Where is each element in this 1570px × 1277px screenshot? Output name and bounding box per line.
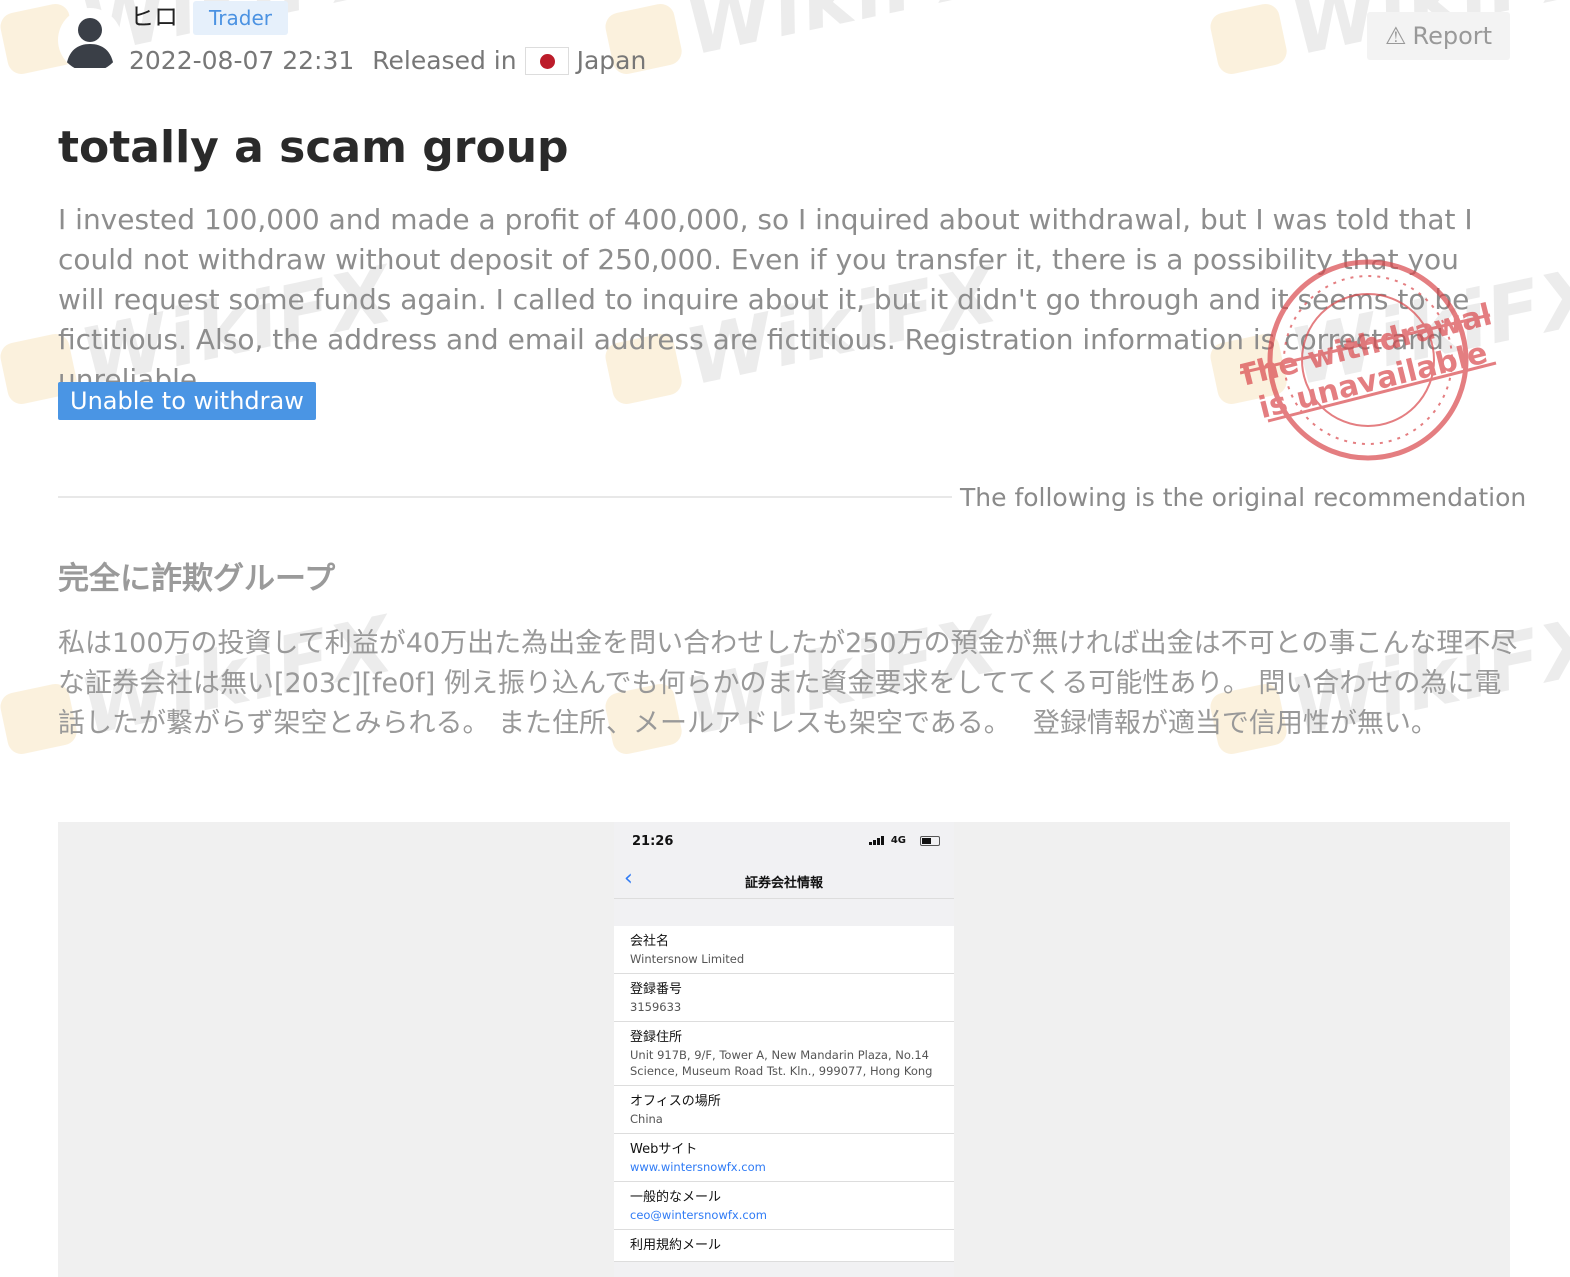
info-row-office-location: オフィスの場所 China (614, 1086, 954, 1134)
original-recommendation-note: The following is the original recommenda… (960, 483, 1527, 512)
network-type: 4G (890, 835, 906, 846)
japan-flag-icon (524, 47, 569, 75)
watermark: WikiFX (600, 0, 1007, 90)
review-meta: 2022-08-07 22:31 Released in Japan (129, 42, 646, 80)
phone-nav-bar: ‹ 証券会社情報 (614, 862, 954, 899)
signal-icon (869, 836, 884, 845)
warning-icon: ⚠ (1384, 22, 1407, 50)
info-row-general-email: 一般的なメール ceo@wintersnowfx.com (614, 1182, 954, 1230)
original-title: 完全に詐欺グループ (58, 561, 336, 597)
review-datetime: 2022-08-07 22:31 (129, 46, 355, 75)
info-row-registration-number: 登録番号 3159633 (614, 974, 954, 1022)
phone-screenshot[interactable]: 21:26 4G ‹ 証券会社情報 会社名 Wintersnow Limited… (614, 822, 954, 1277)
username[interactable]: ヒロ (130, 0, 178, 34)
user-avatar-icon (66, 18, 114, 68)
section-divider (58, 496, 952, 498)
phone-nav-title: 証券会社情報 (744, 876, 823, 891)
released-in-label: Released in (372, 46, 517, 75)
battery-icon (920, 836, 940, 846)
info-row-company-name: 会社名 Wintersnow Limited (614, 926, 954, 974)
review-title: totally a scam group (58, 122, 569, 173)
report-label: Report (1412, 22, 1493, 50)
country-name: Japan (576, 46, 647, 75)
info-row-terms-email: 利用規約メール (614, 1230, 954, 1262)
issue-tag-unable-to-withdraw[interactable]: Unable to withdraw (58, 382, 316, 420)
user-role-badge: Trader (193, 1, 288, 35)
attached-image-gallery[interactable]: 21:26 4G ‹ 証券会社情報 会社名 Wintersnow Limited… (58, 822, 1510, 1277)
original-body: 私は100万の投資して利益が40万出た為出金を問い合わせしたが250万の預金が無… (58, 628, 1518, 739)
avatar[interactable] (58, 8, 122, 72)
withdrawal-unavailable-stamp: The withdrawal is unavailable (1234, 255, 1500, 465)
phone-status-bar: 21:26 4G (614, 822, 954, 862)
report-button[interactable]: ⚠ Report (1367, 12, 1510, 60)
wikifx-logo-icon (1207, 1, 1290, 77)
info-row-registered-address: 登録住所 Unit 917B, 9/F, Tower A, New Mandar… (614, 1022, 954, 1086)
info-row-website: Webサイト www.wintersnowfx.com (614, 1134, 954, 1182)
phone-time: 21:26 (632, 834, 674, 849)
company-info-list: 会社名 Wintersnow Limited 登録番号 3159633 登録住所… (614, 926, 954, 1262)
